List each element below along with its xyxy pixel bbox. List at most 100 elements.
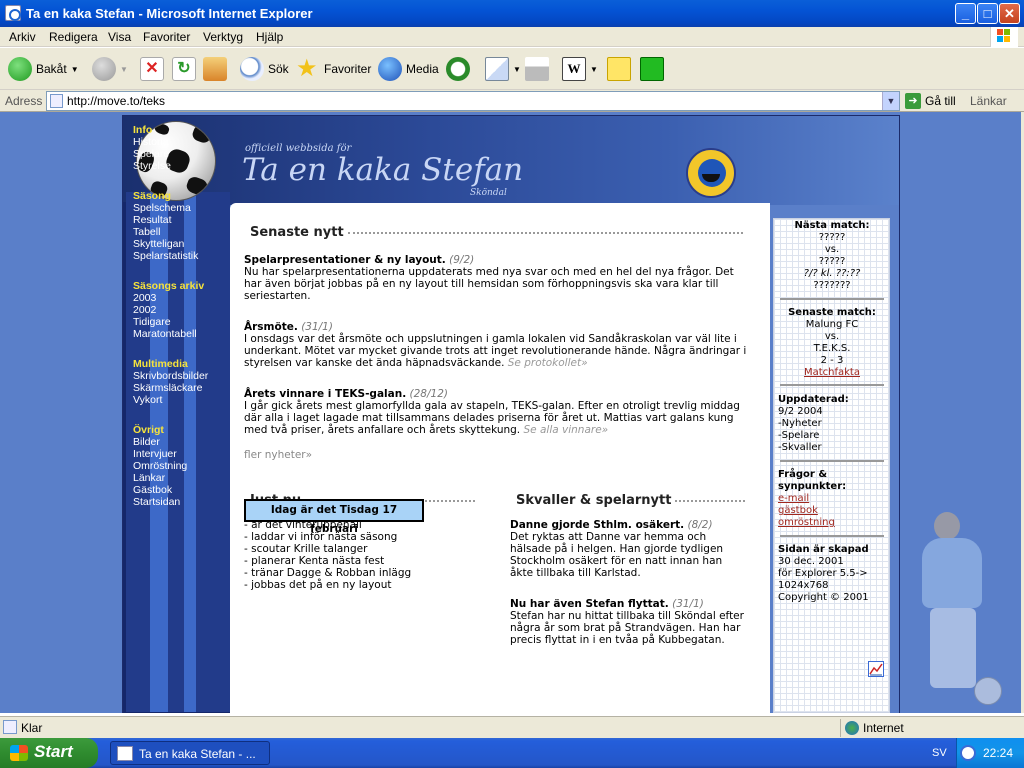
nav-link[interactable]: Skytteligan [133,238,208,250]
start-button[interactable]: Start [0,738,98,768]
news-article-date: (28/12) [409,388,448,400]
menu-hjalp[interactable]: Hjälp [256,30,283,44]
news-article: Spelarpresentationer & ny layout. (9/2) … [244,254,749,302]
news-article-body: I går gick årets mest glamorfyllda gala … [244,400,740,436]
window-titlebar[interactable]: Ta en kaka Stefan - Microsoft Internet E… [0,0,1024,27]
taskbar-window-label: Ta en kaka Stefan - ... [139,747,256,761]
sidebar-divider [780,460,884,462]
menu-visa[interactable]: Visa [108,30,131,44]
nav-link[interactable]: Tidigare [133,316,208,328]
nav-heading[interactable]: Säsongs arkiv [133,280,208,292]
stats-icon[interactable] [868,661,884,677]
nav-link[interactable]: Tabell [133,226,208,238]
news-article-title: Spelarpresentationer & ny layout. [244,254,446,266]
media-button[interactable]: Media [378,56,439,82]
menu-redigera[interactable]: Redigera [49,30,98,44]
maximize-button[interactable]: □ [977,3,998,24]
updated-date: 9/2 2004 [778,406,823,417]
favorites-button[interactable]: ★ Favoriter [296,56,371,82]
nav-link[interactable]: Skrivbordsbilder [133,370,208,382]
tray-arrow-icon[interactable] [960,745,976,761]
updated-box: Uppdaterad: 9/2 2004 -Nyheter -Spelare -… [775,394,889,454]
skvaller-heading: Skvaller & spelarnytt [516,493,756,508]
home-button[interactable] [203,56,227,82]
nav-heading[interactable]: Säsong [133,190,208,202]
stop-button[interactable]: ✕ [140,56,164,82]
links-button[interactable]: Länkar [970,94,1007,108]
mail-button[interactable]: ▼ [485,56,521,82]
forward-button[interactable]: ▼ [92,56,128,82]
address-dropdown-icon[interactable]: ▼ [882,92,899,110]
matchfakta-link[interactable]: Matchfakta [804,367,860,378]
last-match-team1: Malung FC [805,319,859,330]
window-title: Ta en kaka Stefan - Microsoft Internet E… [26,6,313,21]
language-indicator[interactable]: SV [932,747,947,759]
made-line: 30 dec. 2001 [778,556,844,567]
nav-link[interactable]: Styrelse [133,160,208,172]
history-button[interactable] [446,56,470,82]
nav-link[interactable]: Länkar [133,472,208,484]
justnu-item: - scoutar Krille talanger [244,543,368,555]
address-bar: Adress http://move.to/teks ▼ ➜ Gå till Lä… [0,90,1024,112]
nav-link[interactable]: Spelarstatistik [133,250,208,262]
nav-link[interactable]: 2002 [133,304,208,316]
history-icon [446,57,470,81]
nav-link[interactable]: Resultat [133,214,208,226]
winners-link[interactable]: Se alla vinnare» [524,424,609,436]
justnu-item: - planerar Kenta nästa fest [244,555,385,567]
made-line: 1024x768 [778,580,829,591]
email-link[interactable]: e-mail [778,493,809,504]
search-icon [240,57,264,81]
protocol-link[interactable]: Se protokollet» [508,357,588,369]
nav-link[interactable]: 2003 [133,292,208,304]
guestbook-link[interactable]: gästbok [778,505,818,516]
poll-link[interactable]: omröstning [778,517,835,528]
nav-group: Multimedia Skrivbordsbilder Skärmsläckare V… [133,358,208,406]
close-button[interactable]: ✕ [999,3,1020,24]
print-icon [525,57,549,81]
go-button[interactable]: ➜ Gå till [905,93,956,109]
edit-button[interactable]: W ▼ [562,56,598,82]
nav-group: Säsongs arkiv 2003 2002 Tidigare Maratontabe… [133,280,208,340]
nav-link[interactable]: Intervjuer [133,448,208,460]
address-input[interactable]: http://move.to/teks ▼ [46,91,900,111]
taskbar-window-button[interactable]: Ta en kaka Stefan - ... [110,741,270,765]
menu-favoriter[interactable]: Favoriter [143,30,190,44]
nav-link[interactable]: Vykort [133,394,208,406]
nav-link[interactable]: Spelare [133,148,208,160]
nav-link[interactable]: Skärmsläckare [133,382,208,394]
news-article-date: (9/2) [449,254,475,266]
nav-link[interactable]: Maratontabell [133,328,208,340]
icq-button[interactable] [640,56,664,82]
print-button[interactable] [525,56,549,82]
news-section: Senaste nytt [250,225,755,240]
home-icon [203,57,227,81]
skvaller-article-body: Stefan har nu hittat tillbaka till Skönd… [510,610,744,646]
nav-heading[interactable]: Multimedia [133,358,208,370]
updated-item: -Spelare [778,430,820,441]
menu-arkiv[interactable]: Arkiv [9,30,36,44]
more-news-link[interactable]: fler nyheter» [244,449,312,461]
back-button[interactable]: Bakåt ▼ [8,56,79,82]
skvaller-article: Danne gjorde Sthlm. osäkert. (8/2) Det r… [510,519,748,579]
nav-link[interactable]: Gästbok [133,484,208,496]
skvaller-article: Nu har även Stefan flyttat. (31/1) Stefa… [510,598,748,646]
go-arrow-icon: ➜ [905,93,921,109]
minimize-button[interactable]: _ [955,3,976,24]
nav-link[interactable]: Omröstning [133,460,208,472]
nav-heading[interactable]: Övrigt [133,424,208,436]
refresh-button[interactable]: ↻ [172,56,196,82]
search-label: Sök [268,62,289,76]
nav-link[interactable]: Startsidan [133,496,208,508]
mail-icon [485,57,509,81]
nav-link[interactable]: Spelschema [133,202,208,214]
next-match-team2: ????? [818,256,846,267]
menu-verktyg[interactable]: Verktyg [203,30,243,44]
search-button[interactable]: Sök [240,56,289,82]
nav-link[interactable]: Bilder [133,436,208,448]
skvaller-section: Skvaller & spelarnytt [516,493,756,508]
skvaller-article-title: Danne gjorde Sthlm. osäkert. [510,519,685,531]
discuss-button[interactable] [607,56,631,82]
nav-link[interactable]: Historia [133,136,208,148]
nav-heading[interactable]: Info [133,124,208,136]
